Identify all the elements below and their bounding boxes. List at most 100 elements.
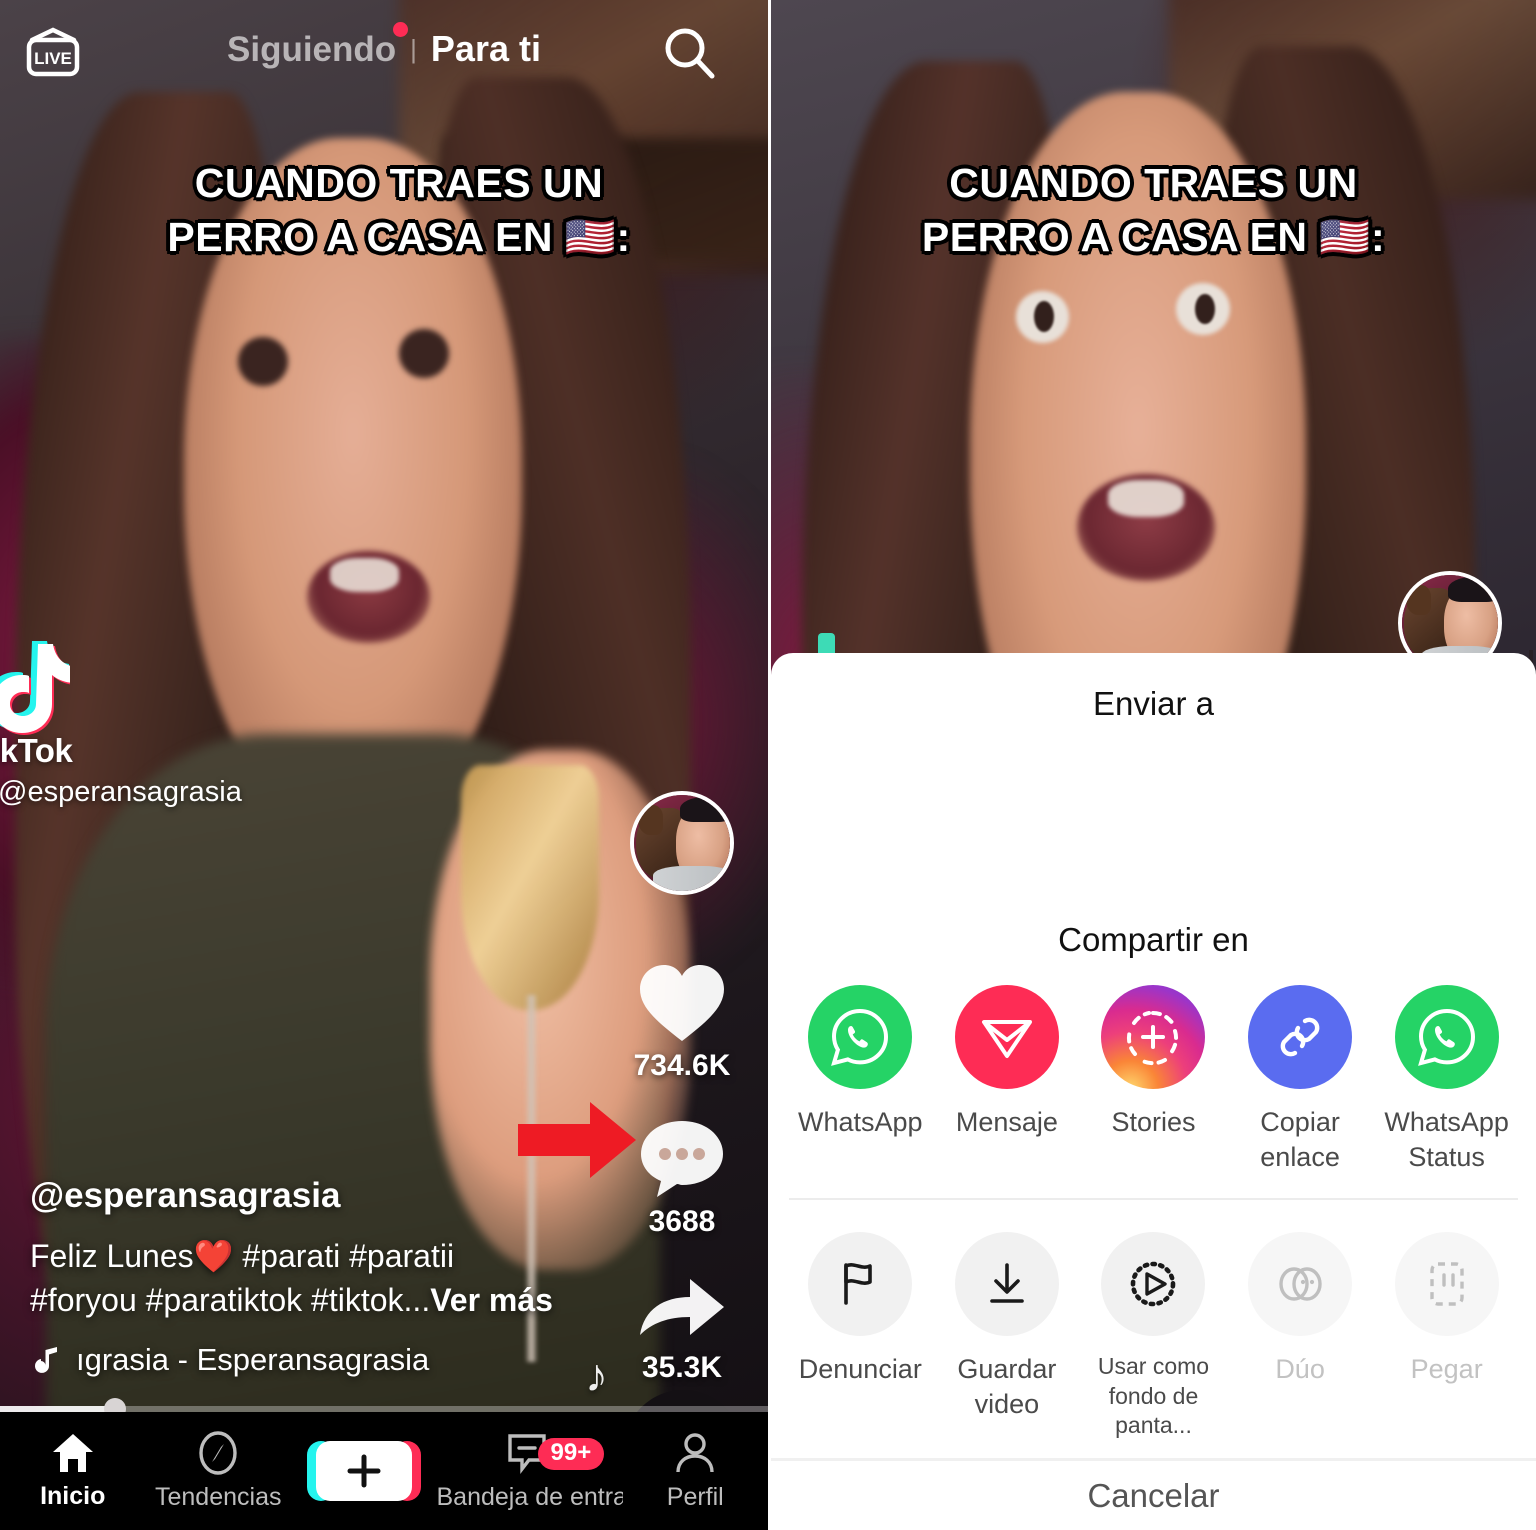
floating-music-note-1: ♪ <box>585 1349 608 1401</box>
flag-icon <box>808 1232 913 1337</box>
compass-icon <box>199 1431 237 1475</box>
whatsapp-icon <box>808 985 913 1089</box>
video-action-rail: 734.6K 3688 35.3K <box>618 791 746 1385</box>
caption-see-more[interactable]: Ver más <box>430 1282 553 1318</box>
sheet-subtitle: Compartir en <box>1058 921 1249 958</box>
video-subject-teeth-right <box>1107 480 1185 518</box>
avatar-beanie <box>680 796 730 822</box>
action-usar-como-fondo-label: Usar como fondo de panta... <box>1097 1353 1210 1438</box>
paper-plane-icon <box>954 985 1059 1089</box>
caption-line2: #foryou #paratiktok #tiktok... <box>30 1281 431 1318</box>
share-bottom-sheet: Enviar a Compartir en WhatsApp Mensaje S… <box>771 653 1536 1530</box>
share-target-copiar-enlace-label: Copiar enlace <box>1260 1107 1340 1172</box>
search-icon[interactable] <box>658 22 720 84</box>
tiktok-feed-panel: LIVE Siguiendo | Para ti CUANDO TRAES UN… <box>0 0 768 1530</box>
video-subject-pupil-left <box>1034 301 1055 332</box>
whatsapp-status-icon <box>1394 985 1499 1089</box>
video-glass-cup <box>460 765 600 1010</box>
cancel-button[interactable]: Cancelar <box>771 1461 1536 1530</box>
download-icon <box>954 1232 1059 1337</box>
action-duo: Dúo <box>1227 1232 1374 1387</box>
video-subject-eye-right <box>399 328 450 378</box>
share-arrow-icon <box>640 1279 724 1335</box>
comment-bubble-icon <box>641 1121 723 1197</box>
author-avatar[interactable] <box>630 791 734 895</box>
share-button[interactable]: 35.3K <box>636 1273 728 1385</box>
like-count: 734.6K <box>633 1049 731 1082</box>
share-target-mensaje-label: Mensaje <box>955 1107 1058 1137</box>
action-guardar-video[interactable]: Guardar video <box>934 1232 1081 1421</box>
caption-music-row[interactable]: ıgrasia - Esperansagrasia <box>30 1342 590 1378</box>
heart-icon <box>640 965 724 1041</box>
share-target-whatsapp[interactable]: WhatsApp <box>787 985 934 1140</box>
annotation-arrow-right <box>518 1102 636 1178</box>
feed-tabs: Siguiendo | Para ti <box>0 22 768 70</box>
caption-username[interactable]: @esperansagrasia <box>30 1176 590 1216</box>
tab-tendencias[interactable]: Tendencias <box>146 1430 292 1512</box>
watermark-brand: TikTok <box>0 732 73 769</box>
share-target-whatsapp-status[interactable]: WhatsApp Status <box>1373 985 1520 1174</box>
bottom-tabbar: Inicio Tendencias 99+ Bandeja de entra P… <box>0 1412 768 1530</box>
caption-line1: Feliz Lunes <box>30 1237 194 1274</box>
share-target-whatsapp-label: WhatsApp <box>798 1107 923 1137</box>
action-usar-como-fondo[interactable]: Usar como fondo de panta... <box>1080 1232 1227 1440</box>
video-subject-teeth <box>330 558 400 593</box>
avatar-photo <box>634 795 730 891</box>
action-duo-label: Dúo <box>1275 1354 1325 1385</box>
caption-description: Feliz Lunes❤️ #parati #paratii #foryou #… <box>30 1234 590 1322</box>
sheet-friends-empty-area <box>771 723 1536 921</box>
caption-line1b: #parati #paratii <box>233 1237 455 1274</box>
tab-bandeja-de-entrada[interactable]: 99+ Bandeja de entra <box>437 1430 623 1512</box>
duet-icon <box>1248 1232 1353 1337</box>
video-caption-block: @esperansagrasia Feliz Lunes❤️ #parati #… <box>30 1176 590 1378</box>
tiktok-logo-icon <box>0 641 70 735</box>
share-targets-row: WhatsApp Mensaje Stories Copiar enlace W… <box>771 985 1536 1198</box>
tab-para-ti-label: Para ti <box>430 28 541 69</box>
tab-bandeja-label: Bandeja de entra <box>436 1483 623 1511</box>
tab-tendencias-label: Tendencias <box>155 1483 282 1511</box>
watermark-username: @esperansagrasia <box>0 776 242 808</box>
action-guardar-video-label: Guardar video <box>957 1354 1057 1419</box>
avatar-dog-ear-right <box>1405 584 1431 616</box>
following-notification-dot <box>393 22 409 37</box>
home-icon <box>52 1434 93 1472</box>
share-target-mensaje[interactable]: Mensaje <box>934 985 1081 1140</box>
action-denunciar-label: Denunciar <box>798 1354 922 1385</box>
tab-create[interactable] <box>291 1441 437 1501</box>
sheet-title: Enviar a <box>1092 685 1215 722</box>
share-target-stories[interactable]: Stories <box>1080 985 1227 1140</box>
share-count: 35.3K <box>641 1351 723 1384</box>
feed-top-nav: LIVE Siguiendo | Para ti <box>0 0 768 120</box>
share-target-stories-label: Stories <box>1111 1107 1196 1137</box>
video-subject-pupil-right <box>1194 293 1215 325</box>
tab-siguiendo[interactable]: Siguiendo <box>213 22 410 70</box>
share-sheet-panel: CUANDO TRAES UN PERRO A CASA EN 🇺🇸: Envi… <box>768 0 1536 1530</box>
video-subject-eye-left <box>238 336 288 386</box>
avatar-dog-ear <box>637 804 663 836</box>
comment-button[interactable]: 3688 <box>637 1117 727 1239</box>
caption-music-label: ıgrasia - Esperansagrasia <box>76 1342 430 1377</box>
tab-perfil[interactable]: Perfil <box>623 1430 769 1512</box>
screenshot-root: LIVE Siguiendo | Para ti CUANDO TRAES UN… <box>0 0 1536 1530</box>
music-note-icon <box>35 1347 57 1373</box>
action-pegar: Pegar <box>1373 1232 1520 1387</box>
share-target-copiar-enlace[interactable]: Copiar enlace <box>1227 985 1374 1174</box>
avatar-shirt <box>653 866 730 891</box>
link-chain-icon <box>1248 985 1353 1089</box>
like-button[interactable]: 734.6K <box>633 961 731 1083</box>
stitch-icon <box>1394 1232 1499 1337</box>
instagram-stories-icon <box>1101 985 1206 1089</box>
create-plus-icon[interactable] <box>306 1441 421 1501</box>
caption-heart-emoji: ❤️ <box>193 1237 234 1274</box>
cancel-button-label: Cancelar <box>1087 1476 1220 1514</box>
comment-count: 3688 <box>648 1205 716 1238</box>
avatar-beanie-right <box>1448 576 1498 602</box>
tiktok-watermark: TikTok @esperansagrasia <box>0 636 242 809</box>
tab-inicio[interactable]: Inicio <box>0 1431 146 1511</box>
action-denunciar[interactable]: Denunciar <box>787 1232 934 1387</box>
person-outline-icon <box>676 1433 714 1473</box>
tab-inicio-label: Inicio <box>40 1482 106 1510</box>
share-actions-row: Denunciar Guardar video Usar como fondo … <box>771 1200 1536 1458</box>
tab-separator: | <box>410 33 417 64</box>
tab-para-ti[interactable]: Para ti <box>417 28 555 70</box>
